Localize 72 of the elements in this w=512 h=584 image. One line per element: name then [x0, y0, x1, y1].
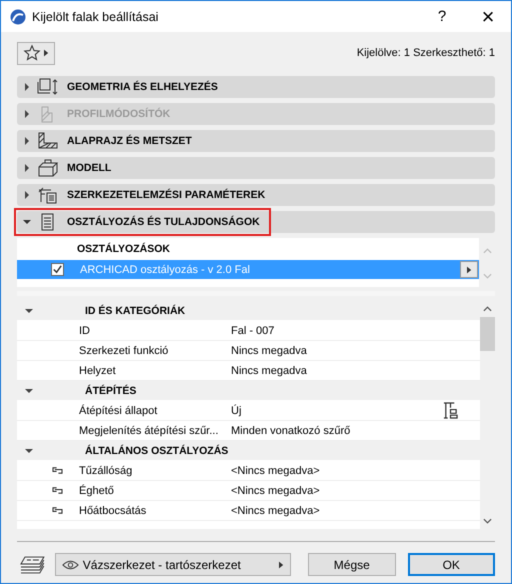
- property-name: Éghető: [79, 484, 115, 496]
- collapse-triangle-icon: [25, 306, 33, 314]
- ok-button[interactable]: OK: [408, 553, 495, 576]
- star-icon: [23, 44, 41, 62]
- selection-count: Kijelölve: 1 Szerkeszthető: 1: [356, 47, 495, 59]
- link-icon: [51, 486, 64, 495]
- section-title: PROFILMÓDOSÍTÓK: [67, 108, 170, 120]
- property-name: Hőátbocsátás: [79, 504, 148, 516]
- section-header[interactable]: SZERKEZETELEMZÉSI PARAMÉTEREK: [17, 184, 495, 206]
- checkbox[interactable]: [51, 263, 64, 276]
- property-value[interactable]: <Nincs megadva>: [231, 484, 480, 496]
- caret-icon: [279, 560, 284, 568]
- scroll-up-icon[interactable]: [483, 306, 492, 312]
- window-title: Kijelölt falak beállításai: [32, 10, 160, 24]
- link-icon: [51, 466, 64, 475]
- classification-name: ARCHICAD osztályozás - v 2.0 Fal: [80, 264, 251, 276]
- section-title: ALAPRAJZ ÉS METSZET: [67, 135, 192, 147]
- expand-triangle-icon: [23, 83, 31, 91]
- expand-triangle-icon: [23, 110, 31, 118]
- group-title: ÁLTALÁNOS OSZTÁLYOZÁS: [85, 444, 228, 456]
- geometry-icon: [37, 78, 59, 96]
- property-name: Helyzet: [79, 364, 117, 376]
- property-value[interactable]: Nincs megadva: [231, 344, 480, 356]
- group-title: ÁTÉPÍTÉS: [85, 384, 136, 396]
- favorites-button[interactable]: [17, 42, 55, 64]
- caret-icon: [44, 49, 49, 57]
- expand-triangle-icon: [23, 137, 31, 145]
- column-heading: OSZTÁLYOZÁSOK: [76, 242, 171, 257]
- section-header[interactable]: MODELL: [17, 157, 495, 179]
- layer-dropdown[interactable]: Vázszerkezet - tartószerkezet: [54, 553, 292, 576]
- property-value[interactable]: Nincs megadva: [231, 364, 480, 376]
- property-value[interactable]: Minden vonatkozó szűrő: [231, 424, 480, 436]
- group-row[interactable]: ID ÉS KATEGÓRIÁK: [17, 301, 480, 321]
- box-icon: [37, 159, 59, 177]
- property-name: Tűzállóság: [79, 464, 134, 476]
- collapse-triangle-icon: [25, 446, 33, 454]
- section-title: SZERKEZETELEMZÉSI PARAMÉTEREK: [67, 189, 266, 201]
- plan-section-icon: [37, 132, 59, 150]
- property-name: Szerkezeti funkció: [79, 344, 170, 356]
- expand-triangle-icon: [23, 164, 31, 172]
- cancel-button[interactable]: Mégse: [308, 553, 396, 576]
- property-name: Átépítési állapot: [79, 404, 158, 416]
- section-title: OSZTÁLYOZÁS ÉS TULAJDONSÁGOK: [67, 216, 260, 228]
- help-button[interactable]: ?: [419, 1, 465, 32]
- section-header[interactable]: OSZTÁLYOZÁS ÉS TULAJDONSÁGOK: [17, 211, 495, 233]
- property-value[interactable]: <Nincs megadva>: [231, 464, 480, 476]
- layers-icon: [19, 554, 45, 574]
- property-value[interactable]: <Nincs megadva>: [231, 504, 480, 516]
- collapse-triangle-icon: [25, 386, 33, 394]
- crane-icon: [443, 402, 458, 419]
- group-title: ID ÉS KATEGÓRIÁK: [85, 304, 186, 316]
- collapse-triangle-icon: [23, 218, 31, 226]
- section-header[interactable]: GEOMETRIA ÉS ELHELYEZÉS: [17, 76, 495, 98]
- link-icon: [51, 506, 64, 515]
- group-row[interactable]: ÁTÉPÍTÉS: [17, 381, 480, 401]
- section-title: MODELL: [67, 162, 112, 174]
- scrollbar-thumb[interactable]: [480, 317, 495, 351]
- structural-analysis-icon: [37, 186, 59, 204]
- submenu-button[interactable]: [460, 261, 478, 278]
- expand-triangle-icon: [23, 191, 31, 199]
- scroll-down-icon[interactable]: [483, 518, 492, 524]
- property-value[interactable]: Fal - 007: [231, 324, 480, 336]
- group-row[interactable]: ÁLTALÁNOS OSZTÁLYOZÁS: [17, 441, 480, 461]
- property-value[interactable]: Új: [231, 404, 443, 416]
- section-header[interactable]: ALAPRAJZ ÉS METSZET: [17, 130, 495, 152]
- close-button[interactable]: ×: [465, 1, 511, 32]
- section-title: GEOMETRIA ÉS ELHELYEZÉS: [67, 81, 218, 93]
- eye-icon: [62, 560, 79, 570]
- app-logo-icon: [10, 8, 26, 24]
- property-name: Megjelenítés átépítési szűr...: [79, 424, 220, 436]
- property-name: ID: [79, 324, 91, 336]
- caret-icon: [466, 266, 472, 274]
